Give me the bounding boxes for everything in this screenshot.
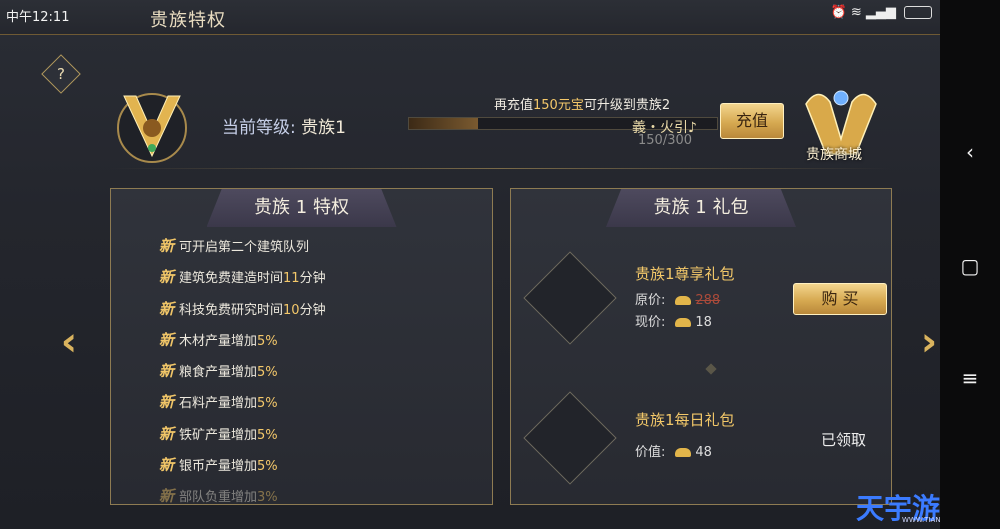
privilege-text: 银币产量增加 [179,459,258,475]
separator-dot [705,363,717,375]
help-button[interactable]: ? [41,54,81,94]
level-progress-fill [409,118,479,129]
privilege-item: 新建筑免费建造时间11分钟 [159,266,326,297]
privilege-item: 新石料产量增加5% [159,391,326,422]
daily-gift-value-label: 价值: [635,445,666,460]
privilege-value: 5% [257,365,278,381]
upgrade-tip-suffix: 可升级到贵族2 [583,98,671,113]
page-title: 贵族特权 [150,10,226,31]
privilege-panel: 贵族 1 特权 新可开启第二个建筑队列新建筑免费建造时间11分钟新科技免费研究时… [110,188,493,505]
privilege-value: 10 [283,302,300,318]
gift-panel: 贵族 1 礼包 贵族1尊享礼包 原价: 288 现价: 18 购 买 贵族1每日礼包… [510,188,892,505]
back-icon[interactable]: ‹ [940,140,1000,164]
current-level-label: 当前等级: [222,118,296,138]
menu-icon[interactable]: ≡ [940,366,1000,390]
clock: 中午12:11 [6,10,70,25]
wifi-icon: ≋ [850,5,862,20]
original-price: 原价: 288 [635,289,720,308]
daily-gift-value: 价值: 48 [635,441,712,460]
new-badge-icon: 新 [159,299,175,318]
privilege-text: 石料产量增加 [179,396,258,412]
noble-rank-badge-icon [117,93,187,163]
privilege-text: 铁矿产量增加 [179,427,258,443]
privilege-list: 新可开启第二个建筑队列新建筑免费建造时间11分钟新科技免费研究时间10分钟新木材… [159,235,326,517]
privilege-text: 木材产量增加 [179,333,258,349]
current-level-value: 贵族1 [301,118,346,138]
privilege-text: 建筑免费建造时间 [179,271,284,287]
privilege-text: 部队负重增加 [179,490,258,506]
privilege-unit: 分钟 [299,302,326,318]
privilege-item: 新部队负重增加3% [159,485,326,516]
dragon-gift-icon [523,391,617,485]
privilege-panel-title: 贵族 1 特权 [206,189,397,227]
noble-shop-label[interactable]: 贵族商城 [806,144,862,164]
new-badge-icon: 新 [159,487,175,506]
privilege-value: 5% [257,427,278,443]
privilege-value: 11 [283,271,300,287]
daily-gift: 贵族1每日礼包 价值: 48 已领取 [523,391,879,493]
current-price-value: 18 [695,315,712,330]
privilege-value: 5% [257,459,278,475]
gift-panel-title: 贵族 1 礼包 [606,189,796,227]
new-badge-icon: 新 [159,237,175,255]
privilege-item: 新银币产量增加5% [159,454,326,485]
ingot-icon [675,448,692,457]
treasure-chest-icon [523,251,617,345]
upgrade-tip: 再充值150元宝可升级到贵族2 [494,94,670,113]
privilege-unit: 分钟 [299,271,326,287]
original-price-value: 288 [695,293,721,308]
game-screen: 中午12:11 贵族特权 ⏰ ≋ ▂▄▆ ? 当前等级: 贵族1 再充值150元… [0,0,940,529]
upgrade-tip-prefix: 再充值 [494,98,534,113]
signal-icon: ▂▄▆ [865,5,896,20]
original-price-label: 原价: [635,293,666,308]
privilege-text: 科技免费研究时间 [179,302,284,318]
previous-arrow-icon[interactable]: ‹ [56,322,82,362]
privilege-text: 可开启第二个建筑队列 [179,240,310,255]
system-nav-bar: ‹ ▢ ≡ [940,0,1000,529]
watermark-url: WWW.TIANYUYOU.CN [902,516,940,524]
claimed-status: 已领取 [821,431,867,449]
privilege-item: 新木材产量增加5% [159,329,326,360]
privilege-value: 5% [257,396,278,412]
current-price: 现价: 18 [635,311,712,330]
privilege-item: 新科技免费研究时间10分钟 [159,298,326,329]
privilege-item: 新可开启第二个建筑队列 [159,235,326,266]
help-icon: ? [57,65,65,83]
next-arrow-icon[interactable]: › [916,322,940,362]
privilege-value: 3% [257,490,278,506]
new-badge-icon: 新 [159,330,175,349]
alarm-icon: ⏰ [830,5,847,20]
privilege-value: 5% [257,333,278,349]
privilege-text: 粮食产量增加 [179,365,258,381]
new-badge-icon: 新 [159,424,175,443]
new-badge-icon: 新 [159,268,175,287]
current-level: 当前等级: 贵族1 [222,113,346,138]
upgrade-tip-amount: 150元宝 [533,98,584,113]
privilege-item: 新粮食产量增加5% [159,360,326,391]
daily-gift-value-amount: 48 [695,445,712,460]
new-badge-icon: 新 [159,456,175,475]
recharge-button[interactable]: 充值 [720,103,784,139]
current-price-label: 现价: [635,315,666,330]
status-bar: 中午12:11 贵族特权 ⏰ ≋ ▂▄▆ [0,0,940,35]
divider [110,168,890,169]
new-badge-icon: 新 [159,393,175,412]
system-icons: ⏰ ≋ ▂▄▆ [830,5,932,20]
daily-gift-name: 贵族1每日礼包 [635,411,735,429]
home-icon[interactable]: ▢ [940,254,1000,278]
new-badge-icon: 新 [159,362,175,381]
progress-text: 150/300 [638,133,693,148]
buy-button[interactable]: 购 买 [793,283,887,315]
battery-icon [904,6,932,19]
ingot-icon [675,296,692,305]
privilege-item: 新铁矿产量增加5% [159,423,326,454]
ingot-icon [675,318,692,327]
exclusive-gift-name: 贵族1尊享礼包 [635,265,735,283]
